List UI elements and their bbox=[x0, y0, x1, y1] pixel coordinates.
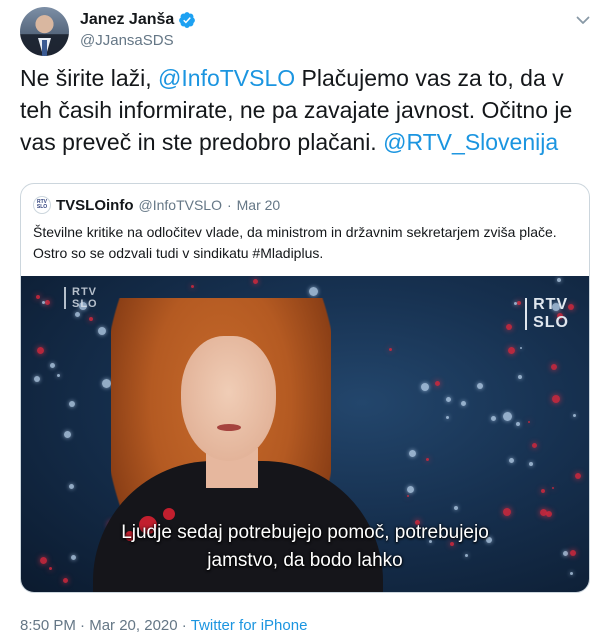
author-name-row: Janez Janša bbox=[80, 9, 196, 31]
background-light-dot bbox=[528, 421, 530, 423]
background-light-dot bbox=[506, 324, 512, 330]
background-light-dot bbox=[253, 279, 258, 284]
background-light-dot bbox=[421, 383, 429, 391]
background-light-dot bbox=[389, 348, 392, 351]
quoted-author-avatar: RTV SLO bbox=[33, 196, 51, 214]
presenter-lips bbox=[217, 424, 241, 431]
background-light-dot bbox=[509, 458, 514, 463]
background-light-dot bbox=[34, 376, 40, 382]
rtv-logo-text: SLO bbox=[533, 313, 569, 331]
rtv-logo-text: SLO bbox=[72, 298, 98, 311]
background-light-dot bbox=[552, 487, 554, 489]
background-light-dot bbox=[50, 363, 55, 368]
background-light-dot bbox=[57, 374, 60, 377]
background-light-dot bbox=[532, 443, 537, 448]
video-subtitle-line: jamstvo, da bodo lahko bbox=[207, 550, 403, 571]
quoted-separator: · bbox=[226, 197, 232, 213]
background-light-dot bbox=[529, 462, 533, 466]
quoted-author-name: TVSLOinfo bbox=[56, 196, 134, 214]
meta-separator: · bbox=[181, 617, 187, 634]
tweet-header: Janez Janša @JJansaSDS bbox=[20, 7, 595, 57]
mention-link-infotvslo[interactable]: @InfoTVSLO bbox=[158, 65, 295, 91]
background-light-dot bbox=[551, 364, 557, 370]
background-light-dot bbox=[191, 285, 194, 288]
rtv-logo-text: RTV bbox=[72, 286, 97, 298]
background-light-dot bbox=[575, 473, 581, 479]
rtv-logo-mark bbox=[56, 287, 66, 310]
tweet-metadata: 8:50 PM · Mar 20, 2020 · Twitter for iPh… bbox=[20, 617, 307, 634]
rtv-logo-large: RTV SLO bbox=[517, 296, 569, 331]
tweet-text: Ne širite laži, @InfoTVSLO Plačujemo vas… bbox=[20, 62, 595, 158]
background-light-dot bbox=[407, 486, 414, 493]
background-light-dot bbox=[518, 375, 522, 379]
background-light-dot bbox=[64, 431, 71, 438]
brooch bbox=[163, 508, 175, 520]
background-light-dot bbox=[69, 401, 75, 407]
background-light-dot bbox=[407, 495, 409, 497]
video-subtitle-line: Ljudje sedaj potrebujejo pomoč, potrebuj… bbox=[121, 522, 489, 543]
background-light-dot bbox=[520, 347, 522, 349]
meta-separator: · bbox=[80, 617, 86, 634]
background-light-dot bbox=[446, 397, 451, 402]
chevron-down-icon[interactable] bbox=[573, 10, 593, 30]
background-light-dot bbox=[477, 383, 483, 389]
background-light-dot bbox=[461, 401, 466, 406]
quoted-date: Mar 20 bbox=[236, 197, 281, 213]
background-light-dot bbox=[552, 395, 560, 403]
quoted-tweet-text: Številne kritike na odločitev vlade, da … bbox=[33, 224, 557, 261]
background-light-dot bbox=[409, 450, 416, 457]
tweet-date[interactable]: Mar 20, 2020 bbox=[89, 617, 177, 634]
background-light-dot bbox=[426, 458, 429, 461]
background-light-dot bbox=[75, 312, 80, 317]
background-light-dot bbox=[98, 327, 106, 335]
tweet-source-link[interactable]: Twitter for iPhone bbox=[191, 617, 308, 634]
background-light-dot bbox=[37, 347, 44, 354]
verified-badge-icon bbox=[178, 11, 196, 29]
background-light-dot bbox=[508, 347, 515, 354]
presenter-face bbox=[181, 336, 276, 461]
background-light-dot bbox=[36, 295, 40, 299]
author-display-name[interactable]: Janez Janša bbox=[80, 11, 174, 29]
background-light-dot bbox=[503, 508, 511, 516]
background-light-dot bbox=[503, 412, 512, 421]
background-light-dot bbox=[309, 287, 318, 296]
background-light-dot bbox=[516, 422, 520, 426]
background-light-dot bbox=[63, 578, 68, 583]
quoted-tweet-header: RTV SLO TVSLOinfo @InfoTVSLO · Mar 20 bbox=[33, 195, 280, 215]
avatar-tie bbox=[42, 40, 47, 56]
quoted-author-handle: @InfoTVSLO bbox=[138, 197, 222, 213]
background-light-dot bbox=[573, 414, 576, 417]
video-player[interactable]: RTV SLO RTV SLO Ljudje sedaj potrebujejo… bbox=[21, 276, 589, 592]
rtv-logo-small: RTV SLO bbox=[56, 286, 98, 310]
tweet-text-part: Ne širite laži, bbox=[20, 65, 159, 91]
background-light-dot bbox=[454, 506, 458, 510]
background-light-dot bbox=[446, 416, 449, 419]
background-light-dot bbox=[435, 381, 440, 386]
background-light-dot bbox=[45, 300, 50, 305]
background-light-dot bbox=[102, 379, 111, 388]
mention-link-rtv-slovenija[interactable]: @RTV_Slovenija bbox=[383, 129, 558, 155]
background-light-dot bbox=[42, 301, 45, 304]
background-light-dot bbox=[557, 278, 561, 282]
background-light-dot bbox=[89, 317, 93, 321]
quoted-tweet[interactable]: RTV SLO TVSLOinfo @InfoTVSLO · Mar 20 Št… bbox=[20, 183, 590, 593]
background-light-dot bbox=[69, 484, 74, 489]
background-light-dot bbox=[491, 416, 496, 421]
author-handle[interactable]: @JJansaSDS bbox=[80, 32, 174, 49]
author-avatar[interactable] bbox=[20, 7, 69, 56]
rtv-logo-mark bbox=[517, 297, 528, 330]
tweet-time[interactable]: 8:50 PM bbox=[20, 617, 76, 634]
tweet-card: Janez Janša @JJansaSDS Ne širite laži, @… bbox=[0, 0, 610, 642]
background-light-dot bbox=[540, 509, 547, 516]
background-light-dot bbox=[541, 489, 545, 493]
rtv-logo-text: RTV bbox=[533, 296, 569, 313]
